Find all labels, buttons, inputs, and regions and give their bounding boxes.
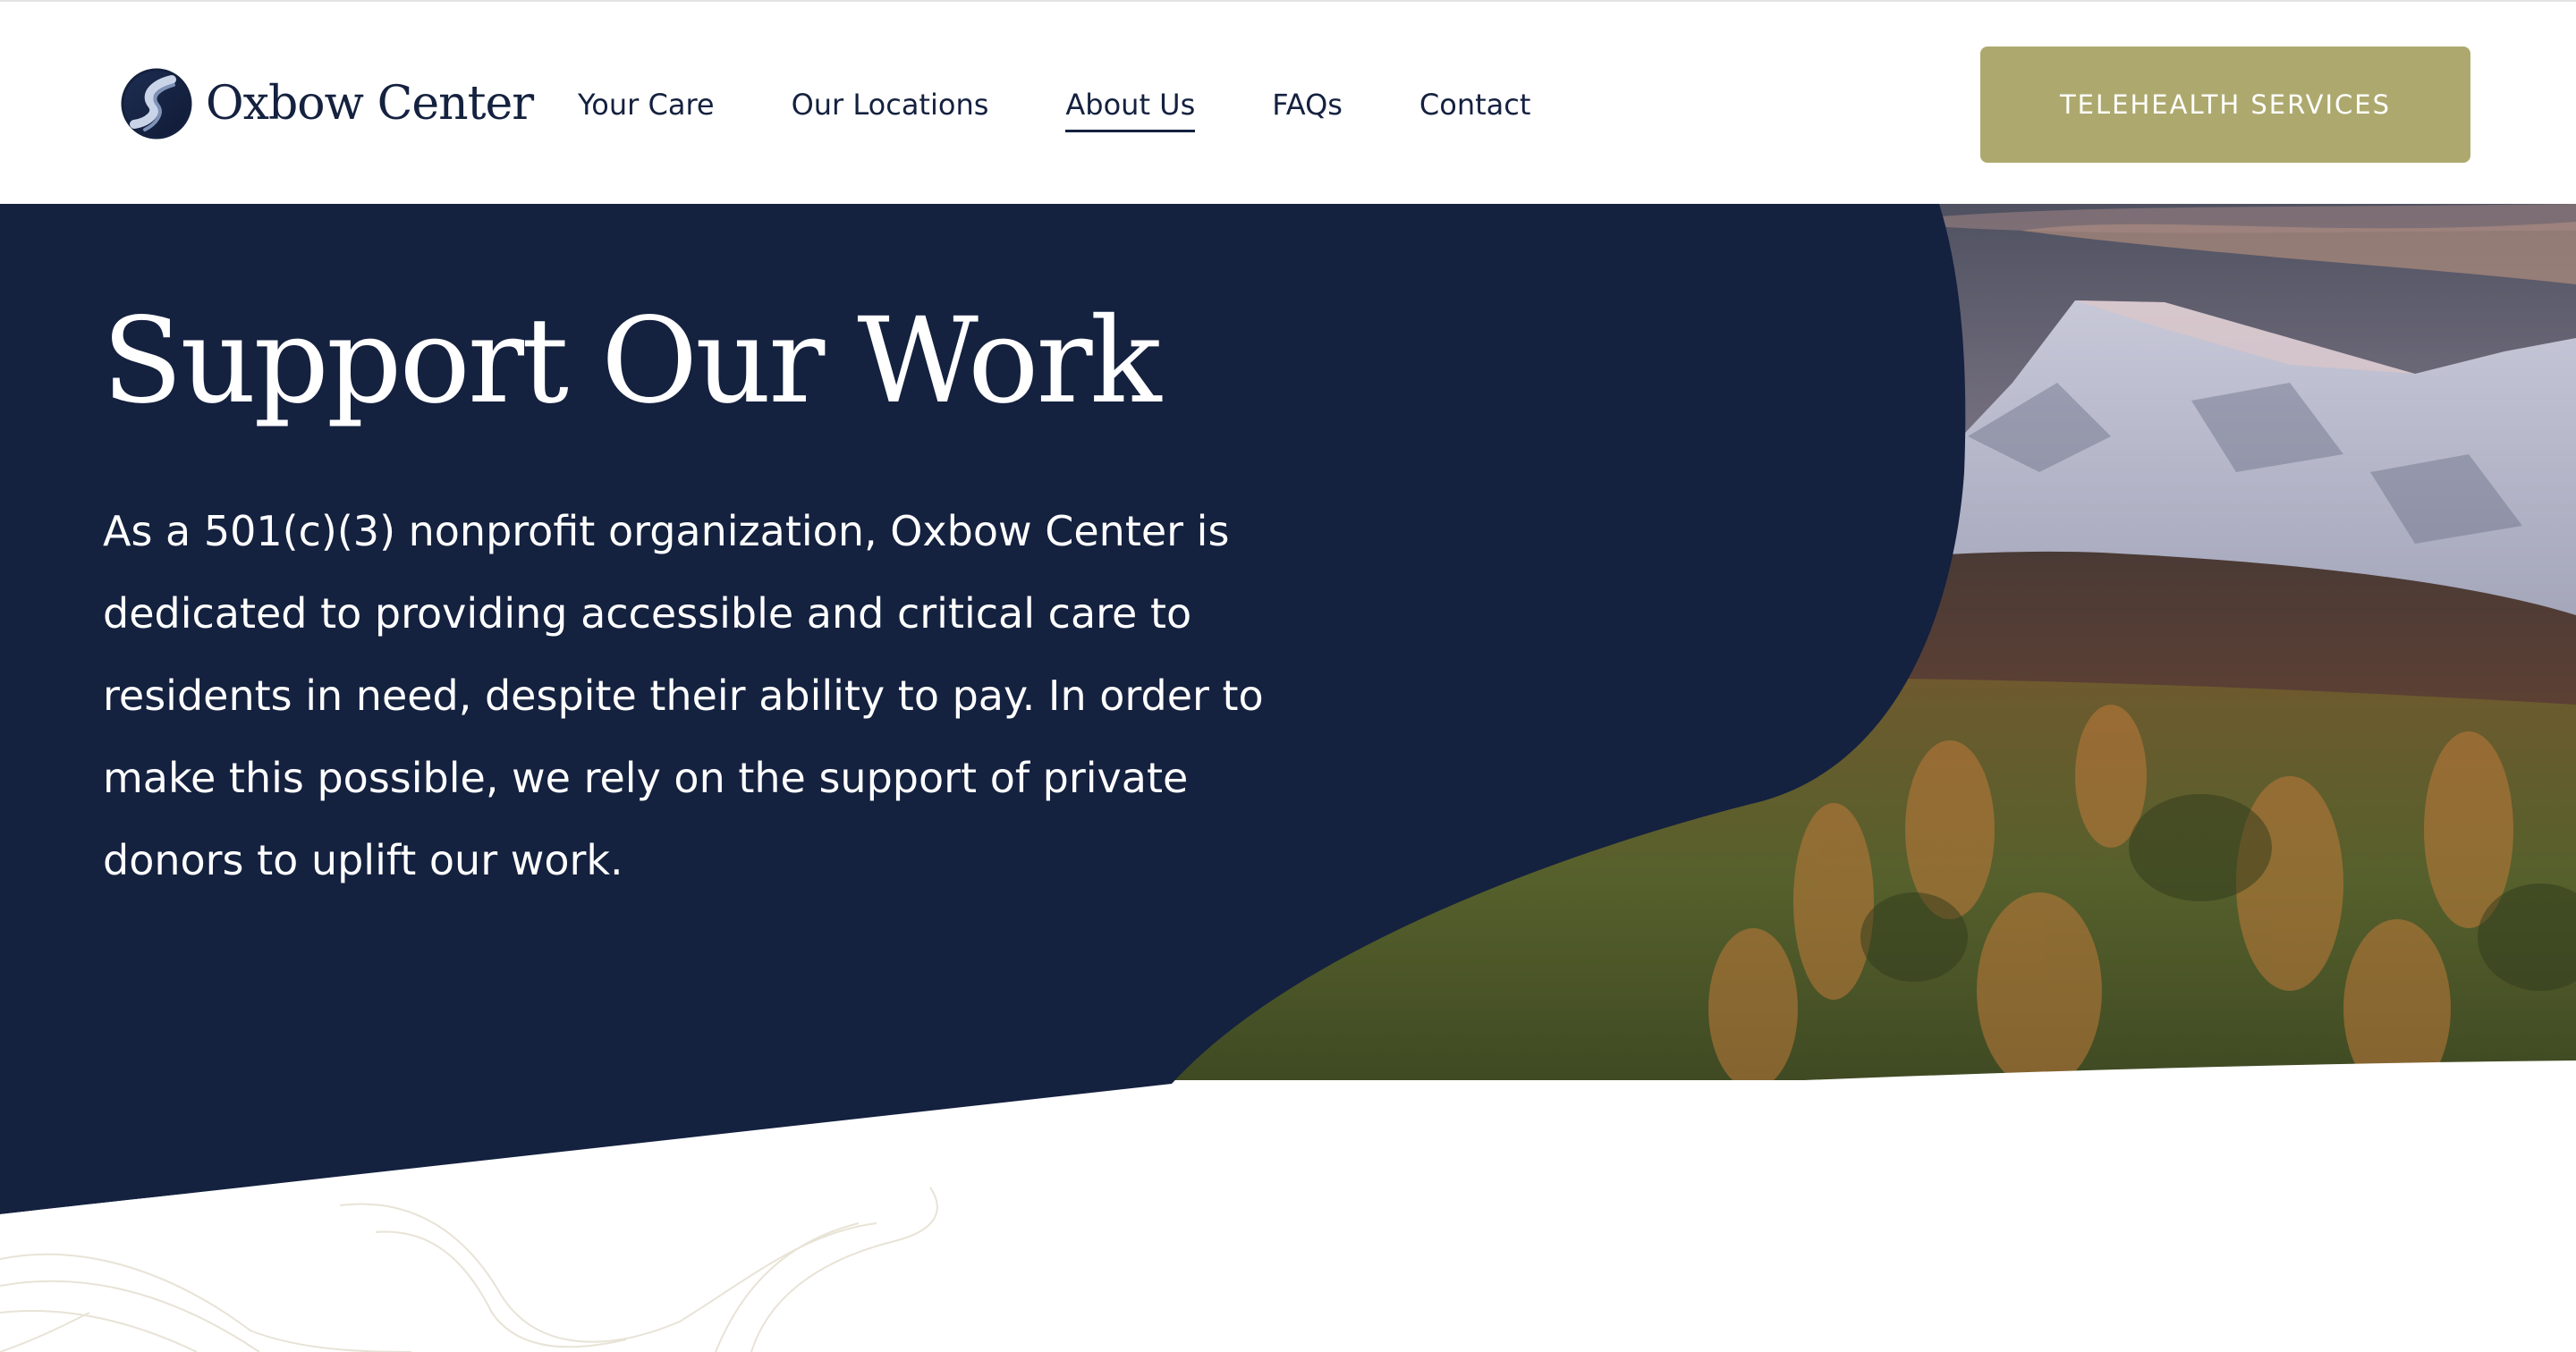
logo-text: Oxbow Center bbox=[206, 77, 534, 131]
telehealth-services-button[interactable]: TELEHEALTH SERVICES bbox=[1980, 46, 2470, 163]
nav-our-locations[interactable]: Our Locations bbox=[792, 79, 989, 131]
hero-description: As a 501(c)(3) nonprofit organization, O… bbox=[103, 507, 1264, 884]
main-nav: Your Care Our Locations About Us FAQs Co… bbox=[578, 79, 1607, 132]
nav-contact[interactable]: Contact bbox=[1419, 79, 1531, 131]
site-header: Oxbow Center Your Care Our Locations Abo… bbox=[0, 0, 2576, 204]
nav-faqs[interactable]: FAQs bbox=[1272, 79, 1343, 131]
logo-link[interactable]: Oxbow Center bbox=[120, 64, 534, 143]
nav-about-us[interactable]: About Us bbox=[1065, 79, 1195, 132]
nav-your-care[interactable]: Your Care bbox=[578, 79, 715, 131]
hero-section: Support Our Work As a 501(c)(3) nonprofi… bbox=[0, 204, 2576, 1352]
oxbow-logo-icon bbox=[121, 68, 192, 139]
hero-heading: Support Our Work bbox=[102, 292, 1162, 430]
